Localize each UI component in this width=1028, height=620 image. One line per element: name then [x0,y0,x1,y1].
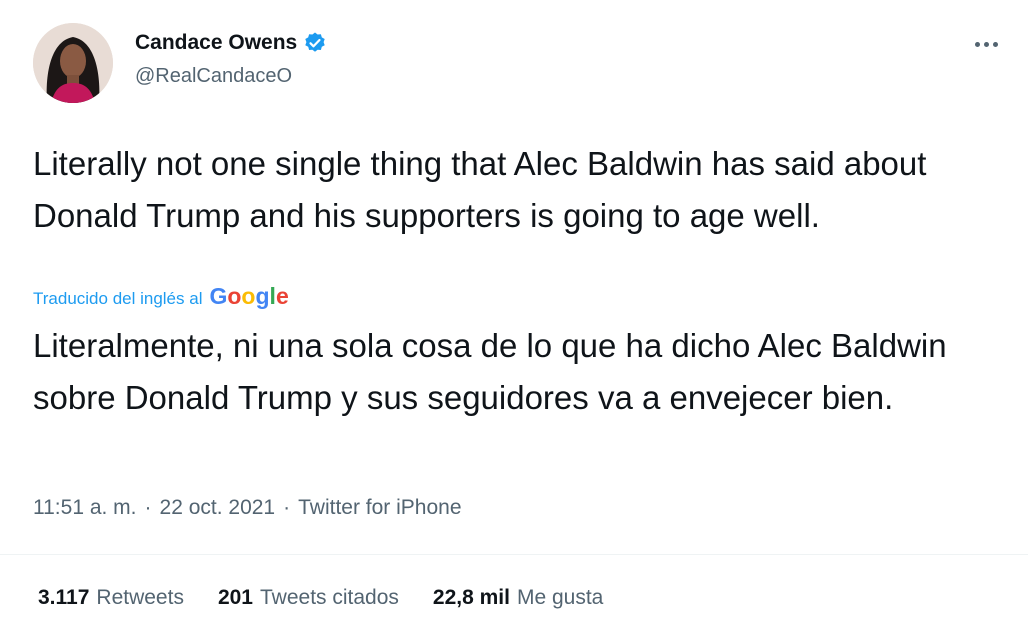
verified-badge-icon [303,31,327,55]
author-display-name[interactable]: Candace Owens [135,31,297,55]
retweets-stat[interactable]: 3.117 Retweets [38,586,184,610]
translation-attribution[interactable]: Traducido del inglés al Google [33,283,289,310]
author-handle[interactable]: @RealCandaceO [135,65,327,88]
name-row: Candace Owens [135,31,327,55]
retweets-label: Retweets [96,586,184,609]
meta-separator: · [144,496,152,519]
tweet-card: Candace Owens @RealCandaceO Literally no… [0,0,1028,620]
tweet-time[interactable]: 11:51 a. m. [33,496,137,520]
translation-label: Traducido del inglés al [33,289,203,308]
avatar[interactable] [33,23,113,103]
avatar-image [33,23,113,103]
quote-tweets-label: Tweets citados [260,586,399,609]
tweet-stats: 3.117 Retweets 201 Tweets citados 22,8 m… [38,586,603,610]
divider [0,554,1028,555]
likes-stat[interactable]: 22,8 mil Me gusta [433,586,603,610]
tweet-meta: 11:51 a. m. · 22 oct. 2021 · Twitter for… [33,496,462,520]
meta-separator: · [283,496,291,519]
author-block: Candace Owens @RealCandaceO [135,31,327,88]
tweet-date[interactable]: 22 oct. 2021 [160,496,276,520]
more-dot [974,41,980,47]
more-dot [983,41,989,47]
translated-text: Literalmente, ni una sola cosa de lo que… [33,327,947,416]
likes-count: 22,8 mil [432,586,510,609]
more-dot [992,41,998,47]
retweets-count: 3.117 [38,586,90,609]
quote-tweets-stat[interactable]: 201 Tweets citados [218,586,399,610]
tweet-source[interactable]: Twitter for iPhone [298,496,461,520]
google-logo: Google [209,283,289,309]
tweet-text: Literally not one single thing that Alec… [33,145,927,234]
quote-tweets-count: 201 [217,586,253,609]
likes-label: Me gusta [516,586,604,609]
more-options-icon[interactable] [968,32,1004,56]
